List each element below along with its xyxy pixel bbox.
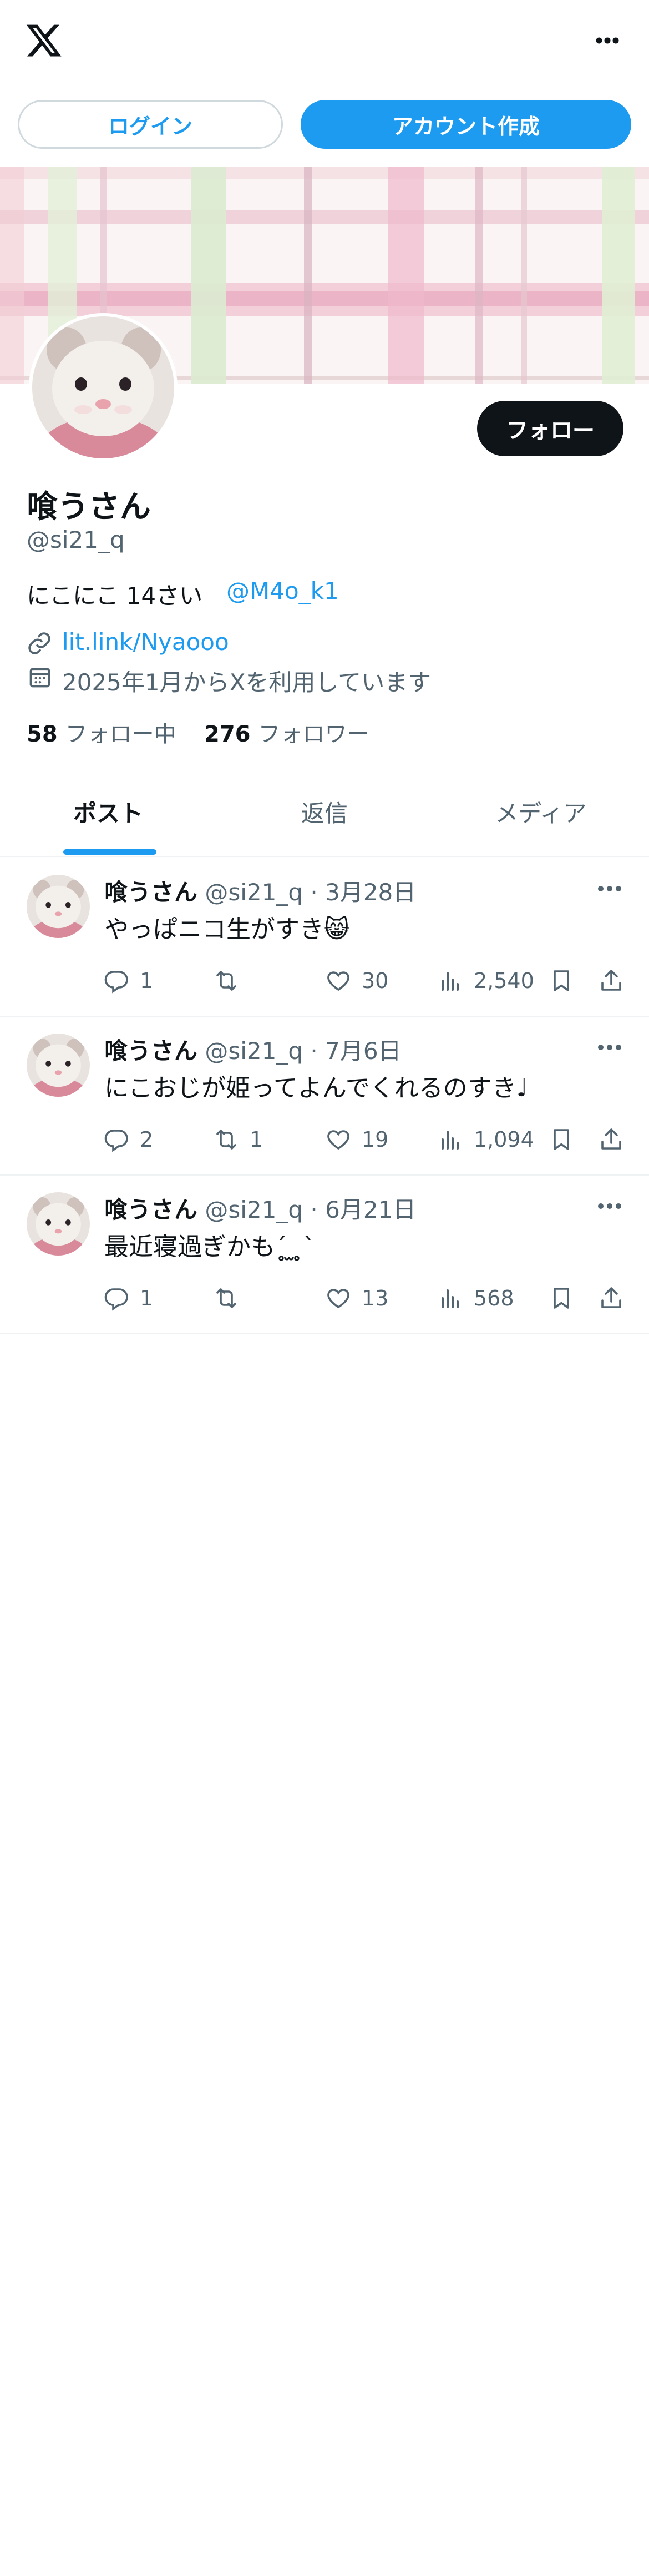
reply-icon [104, 971, 128, 994]
share-icon [601, 1128, 621, 1150]
post-item[interactable]: 喰うさん @si21_q · 6月21日 最近寝過ぎかも´̥̥̥ ̫ ̥̥̥` … [0, 1174, 649, 1334]
reply-icon [104, 1288, 128, 1311]
post-date[interactable]: 7月6日 [325, 1037, 401, 1065]
active-tab-indicator [63, 849, 156, 855]
post-author-name[interactable]: 喰うさん [104, 879, 197, 906]
like-count: 30 [362, 969, 389, 993]
calendar-icon [29, 668, 50, 688]
share-icon [601, 1287, 621, 1308]
post-author-name[interactable]: 喰うさん [104, 1037, 197, 1065]
view-count: 568 [474, 1286, 514, 1310]
reply-button[interactable]: 1 [103, 967, 153, 995]
post-header: 喰うさん @si21_q · 3月28日 [104, 874, 416, 908]
post-text: にこおじが姫ってよんでくれるのすき♩ [104, 1074, 528, 1102]
meta-separator: · [303, 1037, 326, 1065]
post-item[interactable]: 喰うさん @si21_q · 3月28日 やっぱニコ生がすき😸 1 30 2,5… [0, 857, 649, 1017]
more-horizontal-icon[interactable] [588, 27, 627, 54]
username-handle: @si21_q [27, 526, 125, 553]
followers-count: 276 [204, 722, 251, 747]
share-button[interactable] [598, 967, 625, 995]
profile-avatar[interactable] [32, 316, 174, 458]
view-count: 2,540 [474, 969, 534, 993]
tab-replies[interactable]: 返信 [216, 795, 433, 829]
analytics-icon [442, 972, 459, 991]
following-count: 58 [27, 722, 58, 747]
link-icon [28, 632, 50, 654]
following-link[interactable]: 58 フォロー中 [27, 716, 176, 748]
post-text: 最近寝過ぎかも´̥̥̥ ̫ ̥̥̥` [104, 1233, 315, 1261]
post-header: 喰うさん @si21_q · 7月6日 [104, 1032, 402, 1066]
views-button[interactable]: 2,540 [437, 967, 534, 995]
bookmark-icon [554, 1288, 569, 1309]
bookmark-button[interactable] [548, 967, 575, 995]
analytics-icon [442, 1289, 459, 1308]
view-count: 1,094 [474, 1127, 534, 1152]
heart-icon [327, 1130, 349, 1150]
reply-button[interactable]: 1 [103, 1284, 153, 1312]
more-horizontal-icon[interactable] [592, 1198, 627, 1214]
tab-posts[interactable]: ポスト [0, 795, 216, 829]
reply-button[interactable]: 2 [103, 1126, 153, 1153]
post-author-handle[interactable]: @si21_q [205, 879, 303, 906]
followers-link[interactable]: 276 フォロワー [204, 716, 369, 748]
post-avatar[interactable] [27, 875, 90, 938]
join-date: 2025年1月からXを利用しています [62, 669, 432, 696]
share-button[interactable] [598, 1284, 625, 1312]
post-text: やっぱニコ生がすき😸 [104, 915, 349, 944]
tab-media[interactable]: メディア [433, 795, 649, 829]
profile-bio: にこにこ 14さい [27, 582, 203, 609]
like-button[interactable]: 30 [325, 967, 388, 995]
post-author-name[interactable]: 喰うさん [104, 1196, 197, 1223]
like-count: 19 [362, 1127, 389, 1152]
reply-count: 2 [140, 1127, 154, 1152]
meta-separator: · [303, 1196, 326, 1223]
more-horizontal-icon[interactable] [592, 880, 627, 897]
post-author-handle[interactable]: @si21_q [205, 1196, 303, 1223]
followers-label: フォロワー [258, 722, 369, 747]
like-button[interactable]: 19 [325, 1126, 388, 1153]
post-avatar[interactable] [27, 1192, 90, 1256]
bio-mention-link[interactable]: @M4o_k1 [226, 577, 339, 604]
repost-icon [216, 971, 236, 991]
login-button[interactable]: ログイン [18, 100, 283, 149]
heart-icon [327, 971, 349, 991]
repost-button[interactable]: 1 [213, 1126, 263, 1153]
heart-icon [327, 1289, 349, 1309]
post-date[interactable]: 6月21日 [325, 1196, 416, 1223]
views-button[interactable]: 568 [437, 1284, 514, 1312]
share-icon [601, 970, 621, 991]
reply-count: 1 [140, 1286, 154, 1310]
share-button[interactable] [598, 1126, 625, 1153]
reply-icon [104, 1130, 128, 1152]
like-count: 13 [362, 1286, 389, 1310]
bookmark-icon [554, 970, 569, 991]
following-label: フォロー中 [65, 722, 176, 747]
like-button[interactable]: 13 [325, 1284, 388, 1312]
bookmark-icon [554, 1129, 569, 1150]
analytics-icon [442, 1131, 459, 1150]
x-logo-icon[interactable] [24, 21, 63, 60]
follow-button[interactable]: フォロー [477, 401, 623, 456]
reply-count: 1 [140, 969, 154, 993]
post-header: 喰うさん @si21_q · 6月21日 [104, 1191, 416, 1225]
website-link[interactable]: lit.link/Nyaooo [62, 628, 229, 656]
repost-button[interactable] [213, 967, 250, 995]
views-button[interactable]: 1,094 [437, 1126, 534, 1153]
repost-icon [216, 1130, 236, 1150]
post-author-handle[interactable]: @si21_q [205, 1037, 303, 1065]
bookmark-button[interactable] [548, 1284, 575, 1312]
repost-button[interactable] [213, 1284, 250, 1312]
meta-separator: · [303, 879, 326, 906]
signup-button[interactable]: アカウント作成 [301, 100, 631, 149]
post-avatar[interactable] [27, 1034, 90, 1097]
display-name: 喰うさん [27, 489, 151, 525]
post-date[interactable]: 3月28日 [325, 879, 416, 906]
more-horizontal-icon[interactable] [592, 1039, 627, 1056]
repost-icon [216, 1288, 236, 1308]
repost-count: 1 [250, 1127, 263, 1152]
post-item[interactable]: 喰うさん @si21_q · 7月6日 にこおじが姫ってよんでくれるのすき♩ 2… [0, 1016, 649, 1176]
bookmark-button[interactable] [548, 1126, 575, 1153]
